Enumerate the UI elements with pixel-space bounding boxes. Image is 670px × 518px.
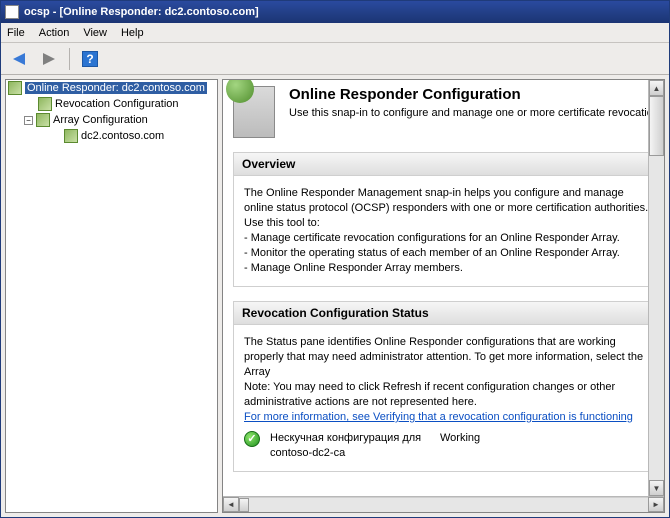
responder-icon (8, 81, 22, 95)
status-item: ✓ Нескучная конфигурация для contoso-dc2… (244, 431, 649, 461)
titlebar: ocsp - [Online Responder: dc2.contoso.co… (1, 1, 669, 23)
status-heading: Revocation Configuration Status (234, 302, 659, 325)
page-header: Online Responder Configuration Use this … (233, 86, 660, 138)
overview-heading: Overview (234, 153, 659, 176)
menubar: File Action View Help (1, 23, 669, 43)
toolbar: ? (1, 43, 669, 75)
overview-bullet: - Manage Online Responder Array members. (244, 261, 649, 276)
menu-view[interactable]: View (83, 27, 107, 39)
page-title: Online Responder Configuration (289, 86, 659, 103)
tree-label: Array Configuration (53, 114, 148, 126)
details-pane: Online Responder Configuration Use this … (222, 79, 665, 513)
arrow-right-icon (43, 53, 55, 65)
scroll-down-button[interactable]: ▼ (649, 480, 664, 496)
tree-node-array[interactable]: − Array Configuration (6, 112, 217, 128)
scroll-up-button[interactable]: ▲ (649, 80, 664, 96)
expander-minus-icon[interactable]: − (24, 116, 33, 125)
config-icon (38, 97, 52, 111)
scroll-right-button[interactable]: ► (648, 497, 664, 512)
overview-bullet: - Manage certificate revocation configur… (244, 231, 649, 246)
tree-node-revocation[interactable]: Revocation Configuration (6, 96, 217, 112)
forward-button[interactable] (37, 47, 61, 71)
tree-pane[interactable]: Online Responder: dc2.contoso.com Revoca… (5, 79, 218, 513)
tree-node-array-child[interactable]: dc2.contoso.com (6, 128, 217, 144)
status-section: Revocation Configuration Status The Stat… (233, 301, 660, 472)
client-area: Online Responder: dc2.contoso.com Revoca… (1, 75, 669, 517)
arrow-left-icon (13, 53, 25, 65)
status-item-name: Нескучная конфигурация для contoso-dc2-c… (270, 431, 430, 461)
responder-large-icon (233, 86, 275, 138)
help-button[interactable]: ? (78, 47, 102, 71)
help-icon: ? (82, 51, 98, 67)
vertical-scrollbar[interactable]: ▲ ▼ (648, 80, 664, 496)
scroll-thumb[interactable] (239, 498, 249, 512)
tree-node-root[interactable]: Online Responder: dc2.contoso.com (6, 80, 217, 96)
status-item-state: Working (440, 431, 480, 446)
scroll-thumb[interactable] (649, 96, 664, 156)
scroll-track[interactable] (239, 497, 648, 512)
horizontal-scrollbar[interactable]: ◄ ► (223, 496, 664, 512)
app-icon (5, 5, 19, 19)
status-note: Note: You may need to click Refresh if r… (244, 380, 649, 410)
overview-text: The Online Responder Management snap-in … (244, 186, 649, 216)
array-icon (36, 113, 50, 127)
overview-bullet: - Monitor the operating status of each m… (244, 246, 649, 261)
window-title: ocsp - [Online Responder: dc2.contoso.co… (24, 6, 259, 18)
details-body: Online Responder Configuration Use this … (223, 80, 664, 496)
page-subtitle: Use this snap-in to configure and manage… (289, 107, 659, 119)
server-icon (64, 129, 78, 143)
tree-label: Online Responder: dc2.contoso.com (25, 82, 207, 94)
scroll-track[interactable] (649, 96, 664, 480)
overview-section: Overview The Online Responder Management… (233, 152, 660, 287)
scroll-left-button[interactable]: ◄ (223, 497, 239, 512)
overview-text: Use this tool to: (244, 216, 649, 231)
status-help-link[interactable]: For more information, see Verifying that… (244, 410, 649, 425)
status-body: The Status pane identifies Online Respon… (234, 325, 659, 471)
status-text: The Status pane identifies Online Respon… (244, 335, 649, 380)
menu-action[interactable]: Action (39, 27, 70, 39)
tree-label: Revocation Configuration (55, 98, 179, 110)
toolbar-separator (69, 48, 70, 70)
menu-help[interactable]: Help (121, 27, 144, 39)
tree-label: dc2.contoso.com (81, 130, 164, 142)
check-icon: ✓ (244, 431, 260, 447)
overview-body: The Online Responder Management snap-in … (234, 176, 659, 286)
back-button[interactable] (7, 47, 31, 71)
menu-file[interactable]: File (7, 27, 25, 39)
